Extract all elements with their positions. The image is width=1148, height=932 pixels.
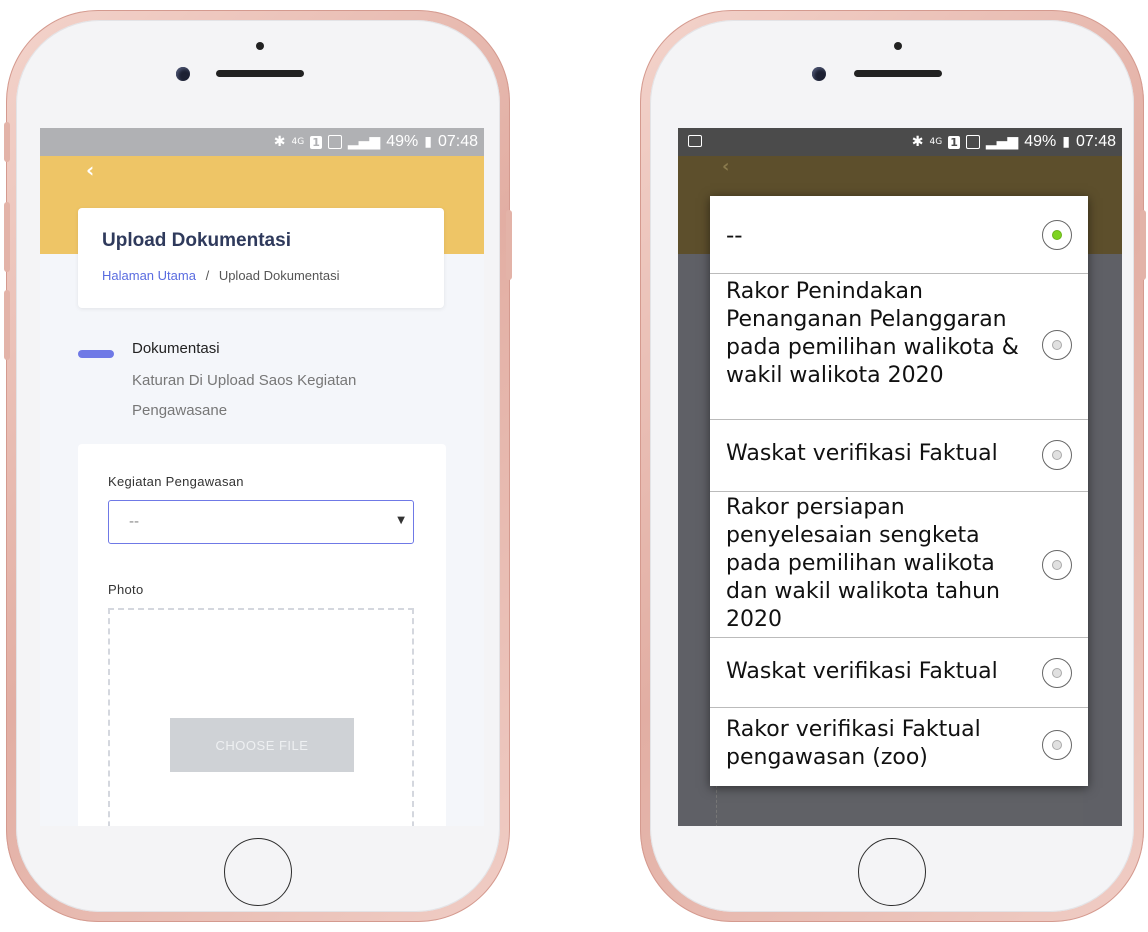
radio-icon[interactable] [1042, 730, 1072, 760]
breadcrumb-home-link[interactable]: Halaman Utama [102, 268, 196, 283]
radio-icon[interactable] [1042, 440, 1072, 470]
option-label: -- [726, 223, 743, 249]
network-4g-icon: 4G [929, 137, 943, 147]
breadcrumb-current: Upload Dokumentasi [218, 268, 340, 283]
home-button[interactable] [858, 838, 926, 906]
bluetooth-icon: ✱ [911, 134, 924, 150]
sim-icon: 1 [948, 135, 960, 149]
option-label: Rakor Penindakan Penanganan Pelanggaran … [726, 279, 1019, 388]
status-bar: ✱ 4G 1 ▂▄▆ 49% ▮ 07:48 [40, 128, 484, 156]
camera-icon [812, 67, 826, 81]
options-dialog: -- Rakor Penindakan Penanganan Pelanggar… [710, 196, 1088, 786]
photo-label: Photo [108, 582, 144, 597]
side-button [4, 202, 10, 272]
image-notification-icon [688, 135, 702, 147]
step-title: Dokumentasi [132, 340, 220, 357]
radio-icon[interactable] [1042, 658, 1072, 688]
option-label: Rakor verifikasi Faktual pengawasan (zoo… [726, 717, 981, 770]
option-item[interactable]: Rakor Penindakan Penanganan Pelanggaran … [710, 274, 1088, 420]
radio-dot [1052, 560, 1062, 570]
radio-icon[interactable] [1042, 330, 1072, 360]
option-item[interactable]: Waskat verifikasi Faktual [710, 638, 1088, 708]
wifi-signal-icon [327, 135, 342, 149]
page-title: Upload Dokumentasi [102, 230, 291, 251]
battery-percent: 49% [1024, 133, 1057, 150]
radio-dot [1052, 668, 1062, 678]
option-label: Waskat verifikasi Faktual [726, 659, 998, 684]
speaker-grille [216, 70, 304, 77]
option-item[interactable]: Rakor persiapan penyelesaian sengketa pa… [710, 492, 1088, 638]
home-button[interactable] [224, 838, 292, 906]
option-label: Waskat verifikasi Faktual [726, 441, 998, 466]
photo-dropzone[interactable]: CHOOSE FILE [108, 608, 414, 826]
chevron-left-icon: ‹ [722, 156, 730, 177]
radio-selected-icon[interactable] [1042, 220, 1072, 250]
battery-icon: ▮ [1062, 134, 1070, 150]
caret-down-icon: ▼ [397, 515, 405, 526]
step-description: Katuran Di Upload Saos Kegiatan Pengawas… [132, 372, 357, 419]
signal-bars-icon: ▂▄▆ [347, 134, 381, 150]
choose-file-button[interactable]: CHOOSE FILE [170, 718, 354, 772]
title-card: Upload Dokumentasi Halaman Utama / Uploa… [78, 208, 444, 308]
radio-dot [1052, 740, 1062, 750]
radio-dot [1052, 450, 1062, 460]
clock: 07:48 [437, 133, 478, 150]
phone-right: ✱ 4G 1 ▂▄▆ 49% ▮ 07:48 ‹ -- Rakor Penind… [640, 10, 1146, 922]
speaker-grille [854, 70, 942, 77]
side-button [4, 122, 10, 162]
sim-icon: 1 [310, 135, 322, 149]
clock: 07:48 [1075, 133, 1116, 150]
network-4g-icon: 4G [291, 137, 305, 147]
radio-dot [1052, 340, 1062, 350]
side-button [506, 210, 512, 280]
breadcrumb-separator: / [205, 268, 210, 283]
step-indicator [78, 350, 114, 358]
sensor-dot [256, 42, 264, 50]
radio-icon[interactable] [1042, 550, 1072, 580]
breadcrumb: Halaman Utama / Upload Dokumentasi [102, 268, 340, 283]
kegiatan-label: Kegiatan Pengawasan [108, 474, 244, 489]
status-bar: ✱ 4G 1 ▂▄▆ 49% ▮ 07:48 [678, 128, 1122, 156]
screen-right: ✱ 4G 1 ▂▄▆ 49% ▮ 07:48 ‹ -- Rakor Penind… [678, 128, 1122, 826]
phone-bezel: ✱ 4G 1 ▂▄▆ 49% ▮ 07:48 ‹ Upload Dokument… [16, 20, 500, 912]
sensor-dot [894, 42, 902, 50]
radio-dot [1052, 230, 1062, 240]
form-card: Kegiatan Pengawasan -- ▼ Photo CHOOSE FI… [78, 444, 446, 826]
option-item[interactable]: Waskat verifikasi Faktual [710, 420, 1088, 492]
option-label: Rakor persiapan penyelesaian sengketa pa… [726, 495, 1000, 632]
kegiatan-select[interactable]: -- ▼ [108, 500, 414, 544]
side-button [4, 290, 10, 360]
signal-bars-icon: ▂▄▆ [985, 134, 1019, 150]
bluetooth-icon: ✱ [273, 134, 286, 150]
phone-bezel: ✱ 4G 1 ▂▄▆ 49% ▮ 07:48 ‹ -- Rakor Penind… [650, 20, 1134, 912]
option-item[interactable]: Rakor verifikasi Faktual pengawasan (zoo… [710, 708, 1088, 786]
option-item[interactable]: -- [710, 196, 1088, 274]
camera-icon [176, 67, 190, 81]
side-button [1140, 210, 1146, 280]
chevron-left-icon[interactable]: ‹ [86, 158, 94, 182]
wifi-signal-icon [965, 135, 980, 149]
kegiatan-select-value: -- [129, 514, 140, 530]
battery-percent: 49% [386, 133, 419, 150]
screen-left: ✱ 4G 1 ▂▄▆ 49% ▮ 07:48 ‹ Upload Dokument… [40, 128, 484, 826]
phone-left: ✱ 4G 1 ▂▄▆ 49% ▮ 07:48 ‹ Upload Dokument… [4, 10, 512, 922]
battery-icon: ▮ [424, 134, 432, 150]
